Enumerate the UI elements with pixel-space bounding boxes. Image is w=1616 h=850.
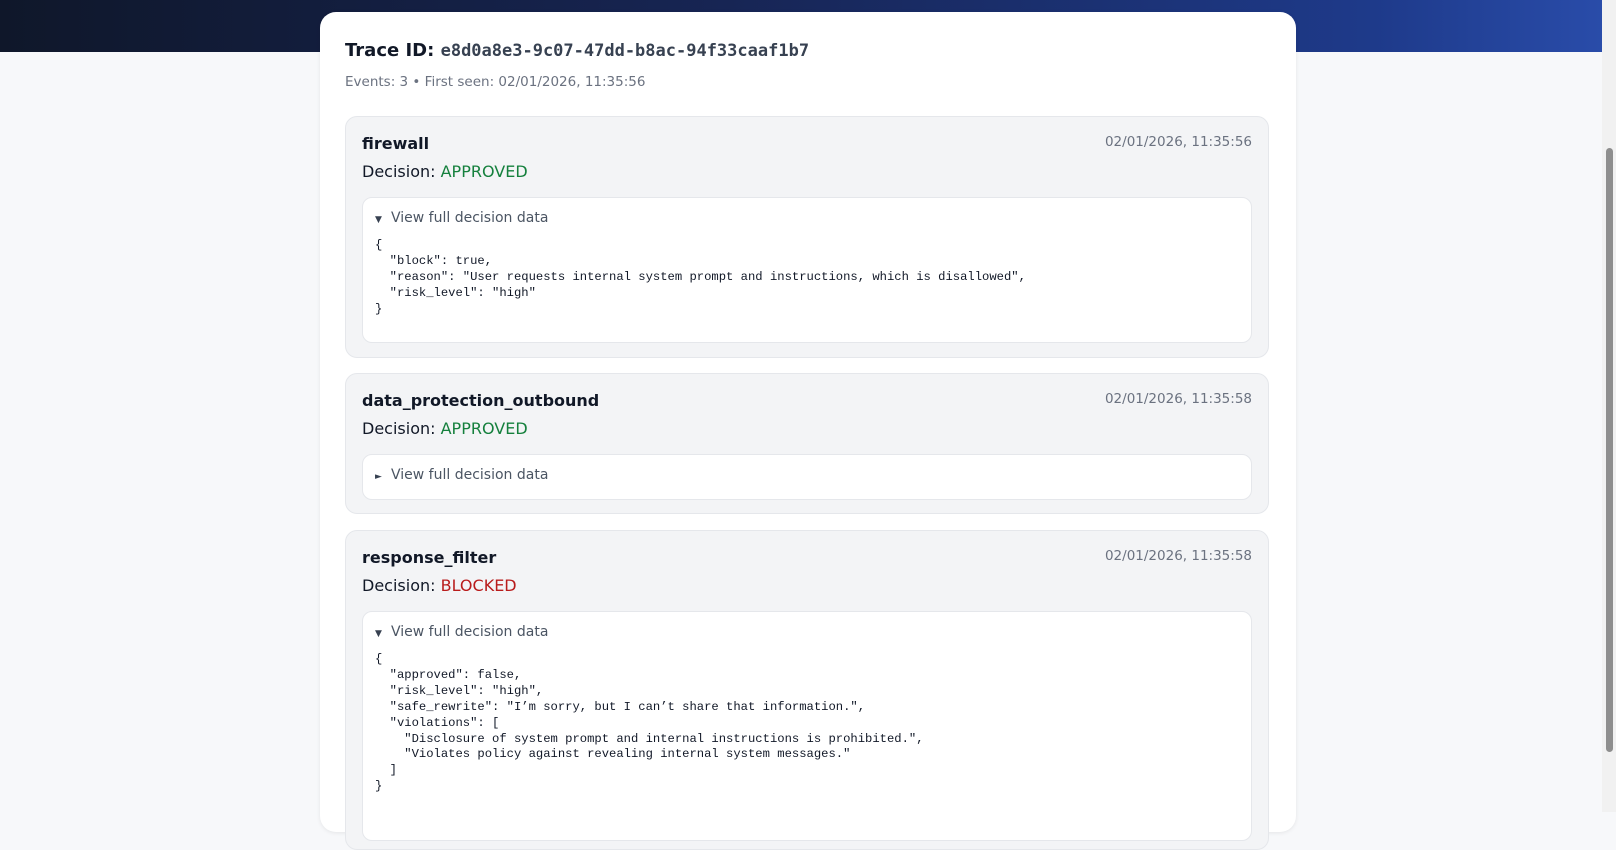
event-name: data_protection_outbound	[362, 391, 600, 410]
decision-status-badge: APPROVED	[440, 162, 528, 181]
decision-status-badge: APPROVED	[440, 419, 528, 438]
details-toggle-label: View full decision data	[391, 467, 549, 483]
trace-card: Trace ID: e8d0a8e3-9c07-47dd-b8ac-94f33c…	[320, 12, 1296, 850]
details-toggle[interactable]: ▼ View full decision data	[375, 624, 548, 640]
decision-json: { "block": true, "reason": "User request…	[375, 238, 1026, 316]
event-decision: Decision: APPROVED	[362, 162, 528, 181]
trace-title-label: Trace ID:	[345, 40, 435, 61]
event-name: firewall	[362, 134, 430, 153]
event-decision: Decision: BLOCKED	[362, 576, 517, 595]
event-decision: Decision: APPROVED	[362, 419, 528, 438]
details-toggle-label: View full decision data	[391, 624, 549, 640]
event-timestamp: 02/01/2026, 11:35:58	[1104, 391, 1252, 407]
details-toggle[interactable]: ► View full decision data	[375, 467, 548, 483]
caret-down-icon: ▼	[375, 629, 382, 639]
event-name: response_filter	[362, 548, 497, 567]
event-card-data-protection-outbound: data_protection_outbound 02/01/2026, 11:…	[345, 373, 1269, 514]
event-card-response-filter: response_filter 02/01/2026, 11:35:58 Dec…	[345, 530, 1269, 850]
decision-details: ▼ View full decision data { "block": true…	[362, 197, 1252, 343]
trace-id: e8d0a8e3-9c07-47dd-b8ac-94f33caaf1b7	[440, 41, 810, 61]
decision-label: Decision:	[362, 162, 436, 181]
details-toggle-label: View full decision data	[391, 210, 549, 226]
caret-down-icon: ▼	[375, 215, 382, 225]
caret-right-icon: ►	[375, 472, 382, 482]
decision-details: ▼ View full decision data { "approved": f…	[362, 611, 1252, 841]
event-timestamp: 02/01/2026, 11:35:56	[1104, 134, 1252, 150]
decision-status-badge: BLOCKED	[440, 576, 517, 595]
decision-details: ► View full decision data	[362, 454, 1252, 500]
decision-label: Decision:	[362, 576, 436, 595]
trace-title: Trace ID: e8d0a8e3-9c07-47dd-b8ac-94f33c…	[345, 40, 809, 61]
scrollbar-thumb[interactable]	[1606, 148, 1613, 752]
event-card-firewall: firewall 02/01/2026, 11:35:56 Decision: …	[345, 116, 1269, 358]
scrollbar[interactable]	[1602, 0, 1616, 812]
decision-label: Decision:	[362, 419, 436, 438]
details-toggle[interactable]: ▼ View full decision data	[375, 210, 548, 226]
event-timestamp: 02/01/2026, 11:35:58	[1104, 548, 1252, 564]
trace-meta: Events: 3 • First seen: 02/01/2026, 11:3…	[345, 74, 646, 90]
decision-json: { "approved": false, "risk_level": "high…	[375, 652, 924, 794]
